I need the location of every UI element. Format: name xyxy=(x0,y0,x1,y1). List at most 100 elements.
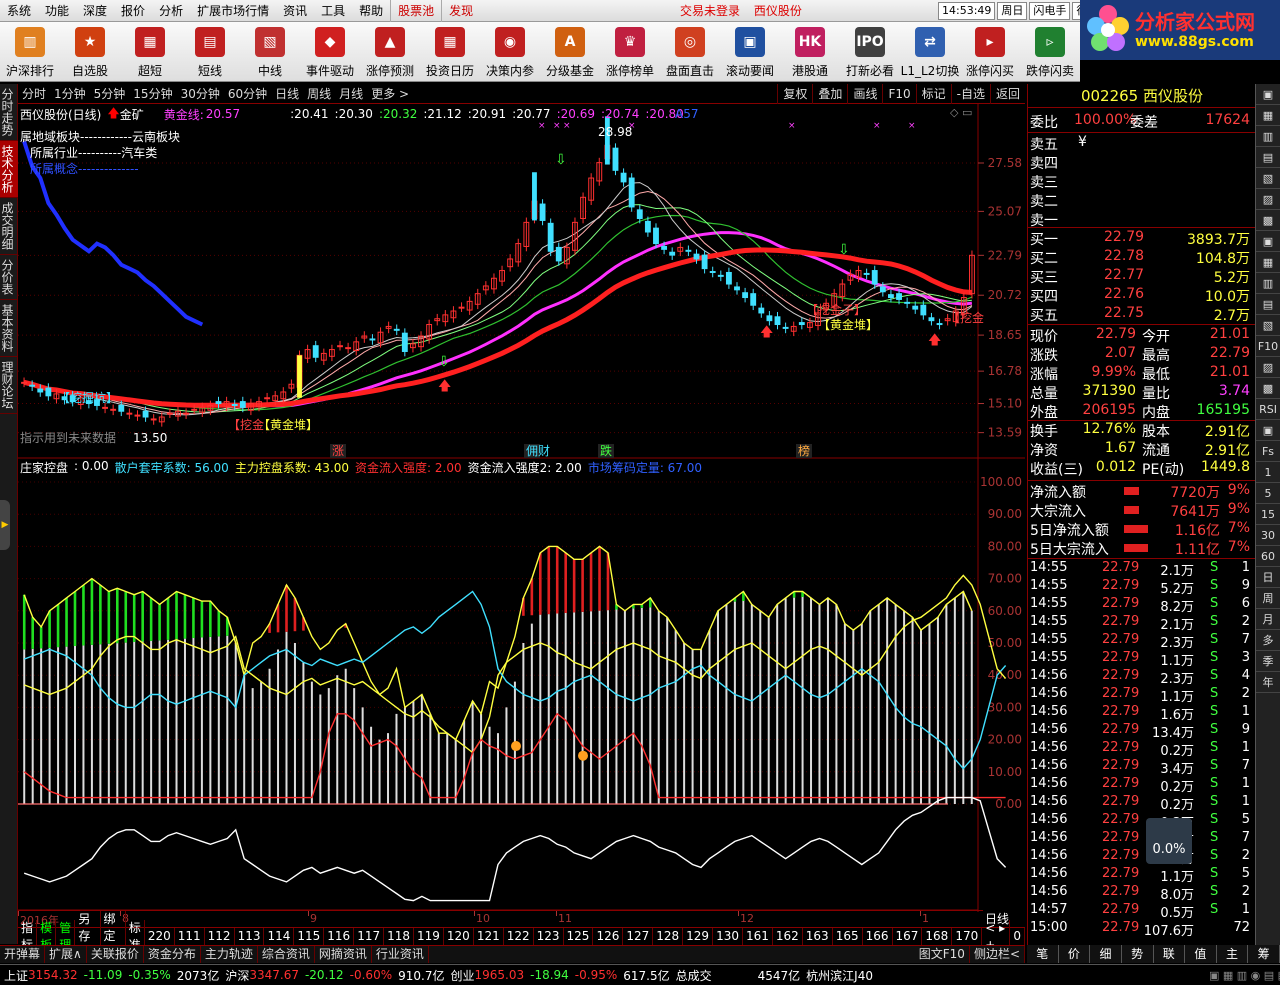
right-tab-18[interactable]: 1 xyxy=(1256,462,1280,483)
period-7[interactable]: 周线 xyxy=(303,85,335,102)
left-tab-4[interactable]: 基本资料 xyxy=(0,300,18,357)
right-tab-4[interactable]: ▧ xyxy=(1256,168,1280,189)
right-bottom-tab-5[interactable]: 值 xyxy=(1185,945,1217,963)
indicator-tab-9[interactable]: 113 xyxy=(235,928,265,945)
right-tab-19[interactable]: 5 xyxy=(1256,483,1280,504)
bottom-bar-item-5[interactable]: 综合资讯 xyxy=(258,946,315,963)
right-bottom-tab-1[interactable]: 价 xyxy=(1059,945,1091,963)
right-tab-24[interactable]: 周 xyxy=(1256,588,1280,609)
indicator-tab-8[interactable]: 112 xyxy=(205,928,235,945)
toolbar-button-3[interactable]: ▤ 短线 xyxy=(180,22,240,82)
flash-trader-button[interactable]: 闪电手 xyxy=(1029,2,1071,20)
toolbar-button-6[interactable]: ▲ 涨停预测 xyxy=(360,22,420,82)
candle-body[interactable] xyxy=(110,408,117,411)
bottom-bar-item-4[interactable]: 主力轨迹 xyxy=(201,946,258,963)
right-tab-15[interactable]: RSI xyxy=(1256,399,1280,420)
candle-body[interactable] xyxy=(337,345,343,348)
right-tab-11[interactable]: ▧ xyxy=(1256,315,1280,336)
event-marker[interactable]: 榜 xyxy=(798,443,810,458)
candle-body[interactable] xyxy=(912,305,919,310)
period-right-1[interactable]: 叠加 xyxy=(812,84,847,104)
candle-body[interactable] xyxy=(782,326,789,329)
event-marker[interactable]: 涨 xyxy=(332,443,344,458)
candle-body[interactable] xyxy=(555,246,562,262)
indicator-tab-35[interactable]: 0 xyxy=(1010,928,1026,945)
candle-body[interactable] xyxy=(693,253,700,260)
bottom-bar-item-6[interactable]: 网摘资讯 xyxy=(315,946,372,963)
chart-area[interactable]: 13.59 15.10 16.78 18.65 20.72 22.79 25.07 27.58… xyxy=(18,104,1025,912)
candle-body[interactable] xyxy=(239,401,246,408)
candle-body[interactable] xyxy=(879,286,886,293)
period-0[interactable]: 分时 xyxy=(18,85,50,102)
indicator-tab-12[interactable]: 116 xyxy=(324,928,355,945)
period-right-0[interactable]: 复权 xyxy=(777,84,812,104)
indicator-tab-26[interactable]: 161 xyxy=(743,928,773,945)
indicator-tab-6[interactable]: 220 xyxy=(145,928,175,945)
candle-body[interactable] xyxy=(766,315,773,322)
period-9[interactable]: 更多 > xyxy=(367,85,413,102)
candle-body[interactable] xyxy=(661,245,668,250)
toolbar-button-1[interactable]: ★ 自选股 xyxy=(60,22,120,82)
indicator-tab-16[interactable]: 120 xyxy=(444,928,474,945)
indicator-tab-18[interactable]: 122 xyxy=(504,928,534,945)
bottom-bar-item-3[interactable]: 资金分布 xyxy=(144,946,201,963)
candle-body[interactable] xyxy=(37,388,44,393)
toolbar-button-4[interactable]: ▧ 中线 xyxy=(240,22,300,82)
indicator-tab-14[interactable]: 118 xyxy=(384,928,414,945)
right-bottom-tab-0[interactable]: 笔 xyxy=(1027,945,1059,963)
candle-body[interactable] xyxy=(653,227,659,245)
indicator-tab-28[interactable]: 163 xyxy=(803,928,833,945)
candle-body[interactable] xyxy=(547,222,554,252)
candle-body[interactable] xyxy=(628,177,635,208)
period-right-5[interactable]: -自选 xyxy=(950,84,990,104)
candle-body[interactable] xyxy=(393,328,400,331)
candle-body[interactable] xyxy=(134,414,141,417)
sh-index-name[interactable]: 上证 xyxy=(4,967,28,984)
period-right-2[interactable]: 画线 xyxy=(847,84,882,104)
event-marker[interactable]: 佣财 xyxy=(526,444,550,458)
candle-body[interactable] xyxy=(231,403,238,406)
right-bottom-tab-3[interactable]: 势 xyxy=(1122,945,1154,963)
candle-body[interactable] xyxy=(871,270,878,285)
candle-body[interactable] xyxy=(183,412,190,415)
indicator-tab-29[interactable]: 165 xyxy=(833,928,863,945)
toolbar-button-8[interactable]: ◉ 决策内参 xyxy=(480,22,540,82)
event-marker[interactable]: 跌 xyxy=(600,443,612,458)
right-tab-9[interactable]: ▥ xyxy=(1256,273,1280,294)
indicator-tab-11[interactable]: 115 xyxy=(294,928,325,945)
left-tab-3[interactable]: 分价表 xyxy=(0,255,18,300)
right-tab-23[interactable]: 日 xyxy=(1256,567,1280,588)
candle-body[interactable] xyxy=(725,271,732,285)
indicator-tab-20[interactable]: 125 xyxy=(564,928,594,945)
candle-body[interactable] xyxy=(928,317,935,322)
candle-body[interactable] xyxy=(920,304,927,316)
candle-body[interactable] xyxy=(701,254,708,270)
right-tab-10[interactable]: ▤ xyxy=(1256,294,1280,315)
toolbar-button-2[interactable]: ▦ 超短 xyxy=(120,22,180,82)
candle-body[interactable] xyxy=(150,418,157,421)
right-tab-8[interactable]: ▦ xyxy=(1256,252,1280,273)
candle-body[interactable] xyxy=(539,203,546,221)
period-1[interactable]: 1分钟 xyxy=(50,85,90,102)
bottom-bar-item-2[interactable]: 关联报价 xyxy=(87,946,144,963)
indicator-tab-30[interactable]: 166 xyxy=(863,928,893,945)
right-tab-21[interactable]: 30 xyxy=(1256,525,1280,546)
indicator-tab-17[interactable]: 121 xyxy=(474,928,504,945)
right-tab-2[interactable]: ▥ xyxy=(1256,126,1280,147)
candle-body[interactable] xyxy=(264,397,271,400)
candle-body[interactable] xyxy=(734,286,740,291)
candle-body[interactable] xyxy=(709,271,716,274)
period-4[interactable]: 30分钟 xyxy=(177,85,224,102)
login-status[interactable]: 交易未登录 xyxy=(680,4,740,18)
indicator-tab-22[interactable]: 127 xyxy=(623,928,654,945)
toolbar-button-7[interactable]: ▦ 投资日历 xyxy=(420,22,480,82)
candle-body[interactable] xyxy=(166,412,173,415)
right-tab-0[interactable]: ▣ xyxy=(1256,84,1280,105)
candle-body[interactable] xyxy=(904,301,911,304)
period-8[interactable]: 月线 xyxy=(335,85,367,102)
candle-body[interactable] xyxy=(21,381,27,384)
bottom-bar-item-7[interactable]: 行业资讯 xyxy=(372,946,429,963)
indicator-tab-24[interactable]: 129 xyxy=(683,928,714,945)
menu-red-item-0[interactable]: 股票池 xyxy=(390,0,441,22)
candle-body[interactable] xyxy=(758,307,765,314)
